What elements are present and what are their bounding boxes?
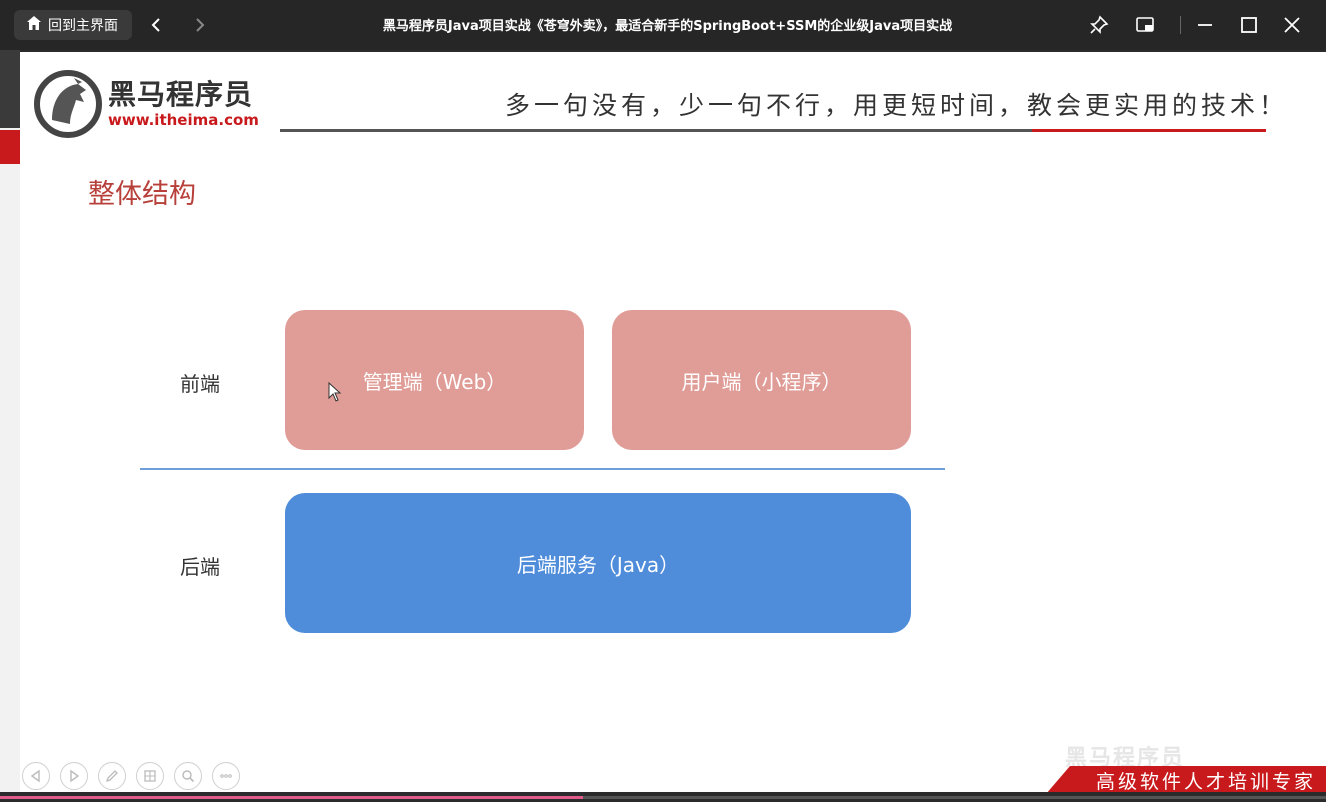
backend-label: 后端: [180, 555, 220, 579]
backend-service-box-label: 后端服务（Java）: [516, 552, 680, 577]
logo-text: 黑马程序员 www.itheima.com: [108, 78, 259, 130]
slide-sorter-button[interactable]: [136, 762, 164, 790]
previous-slide-button[interactable]: [22, 762, 50, 790]
frontend-label: 前端: [180, 372, 220, 396]
title-separator: [1180, 16, 1181, 34]
pen-tool-button[interactable]: [98, 762, 126, 790]
frontend-backend-divider: [140, 468, 945, 470]
slide-player-controls: [22, 762, 240, 790]
video-progress-bar[interactable]: [0, 792, 1326, 802]
pin-button[interactable]: [1086, 12, 1112, 38]
user-miniprogram-box: 用户端（小程序）: [612, 310, 911, 450]
logo-chinese-name: 黑马程序员: [108, 78, 254, 111]
logo-url: www.itheima.com: [108, 111, 259, 129]
header-rule-accent: [1032, 129, 1266, 132]
slides-grid-icon: [144, 770, 156, 782]
left-strip: [0, 50, 20, 792]
pin-icon: [1090, 15, 1109, 34]
chevron-left-icon: [151, 18, 160, 32]
pen-icon: [105, 770, 118, 783]
minimize-icon: [1198, 24, 1212, 26]
mouse-cursor-icon: [328, 382, 342, 402]
next-slide-button[interactable]: [60, 762, 88, 790]
chevron-right-icon: [196, 18, 205, 32]
footer-banner: 高级软件人才培训专家: [1046, 766, 1326, 794]
triangle-left-icon: [30, 769, 40, 783]
title-bar: 回到主界面 黑马程序员Java项目实战《苍穹外卖》，最适合新手的SpringBo…: [0, 0, 1326, 50]
section-title: 整体结构: [88, 179, 196, 210]
left-strip-dark: [0, 50, 20, 128]
header-rule: [280, 129, 1032, 132]
home-button[interactable]: 回到主界面: [14, 10, 132, 40]
back-button[interactable]: [143, 12, 169, 38]
close-icon: [1284, 17, 1300, 33]
home-icon: [26, 15, 42, 35]
minimize-button[interactable]: [1192, 12, 1218, 38]
close-button[interactable]: [1279, 12, 1305, 38]
picture-in-picture-button[interactable]: [1132, 12, 1158, 38]
more-options-button[interactable]: [212, 762, 240, 790]
backend-service-box: 后端服务（Java）: [285, 493, 911, 633]
zoom-button[interactable]: [174, 762, 202, 790]
maximize-button[interactable]: [1236, 12, 1262, 38]
admin-web-box-label: 管理端（Web）: [362, 369, 507, 394]
maximize-icon: [1241, 17, 1257, 33]
home-label: 回到主界面: [48, 18, 118, 34]
forward-button[interactable]: [187, 12, 213, 38]
user-miniprogram-box-label: 用户端（小程序）: [681, 369, 842, 394]
magnifier-icon: [182, 770, 195, 783]
slide-canvas: 黑马程序员 www.itheima.com 多一句没有，少一句不行，用更短时间，…: [20, 52, 1326, 794]
slogan: 多一句没有，少一句不行，用更短时间，教会更实用的技术！: [505, 91, 1289, 120]
progress-fill: [0, 796, 584, 799]
triangle-right-icon: [70, 769, 80, 783]
admin-web-box: 管理端（Web）: [285, 310, 584, 450]
left-strip-red: [0, 130, 20, 164]
window-title: 黑马程序员Java项目实战《苍穹外卖》，最适合新手的SpringBoot+SSM…: [382, 19, 953, 34]
ellipsis-icon: [220, 774, 232, 778]
brand-logo: 黑马程序员 www.itheima.com: [34, 70, 259, 138]
pip-icon: [1136, 17, 1154, 32]
horse-logo-icon: [34, 70, 102, 138]
